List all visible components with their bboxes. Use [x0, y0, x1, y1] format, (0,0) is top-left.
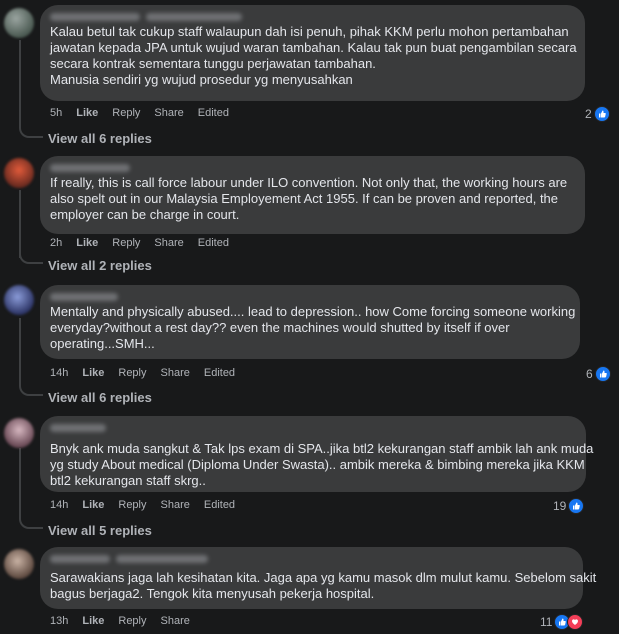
reaction-summary[interactable]: 19	[553, 498, 585, 514]
share-button[interactable]: Share	[161, 499, 190, 511]
edited-label: Edited	[197, 107, 229, 119]
timestamp[interactable]: 13h	[50, 615, 68, 627]
thread-branch	[19, 250, 43, 264]
reaction-summary[interactable]: 11	[540, 614, 584, 630]
comment-text: If really, this is call force labour und…	[50, 175, 568, 222]
thread-line	[19, 448, 21, 516]
share-button[interactable]: Share	[161, 615, 190, 627]
avatar[interactable]	[4, 418, 34, 448]
share-button[interactable]: Share	[154, 237, 183, 249]
comment-text: Sarawakians jaga lah kesihatan kita. Jag…	[50, 570, 597, 601]
comment-text: Kalau betul tak cukup staff walaupun dah…	[50, 24, 577, 87]
reply-button[interactable]: Reply	[112, 237, 140, 249]
thread-branch	[19, 382, 43, 396]
view-replies-link[interactable]: View all 6 replies	[48, 390, 152, 405]
like-button[interactable]: Like	[82, 615, 104, 627]
reply-button[interactable]: Reply	[118, 367, 146, 379]
edited-label: Edited	[203, 499, 236, 511]
thread-line	[19, 190, 21, 258]
comment-bubble: If really, this is call force labour und…	[40, 156, 585, 234]
reply-button[interactable]: Reply	[118, 499, 146, 511]
thread-line	[19, 40, 21, 125]
like-icon	[594, 366, 611, 382]
comment-bubble: Mentally and physically abused.... lead …	[40, 285, 580, 359]
like-icon	[568, 498, 585, 514]
reaction-summary[interactable]: 6	[586, 366, 611, 382]
thread-line	[19, 318, 21, 383]
like-button[interactable]: Like	[82, 499, 104, 511]
avatar[interactable]	[4, 158, 34, 188]
comment-text: Bnyk ank muda sangkut & Tak lps exam di …	[50, 441, 594, 488]
edited-label: Edited	[203, 367, 236, 379]
comment-bubble: Kalau betul tak cukup staff walaupun dah…	[40, 5, 585, 101]
comment-thread: Kalau betul tak cukup staff walaupun dah…	[0, 0, 619, 634]
comment-text: Mentally and physically abused.... lead …	[50, 304, 576, 351]
reply-button[interactable]: Reply	[112, 107, 140, 119]
comment-bubble: Bnyk ank muda sangkut & Tak lps exam di …	[40, 416, 594, 492]
like-button[interactable]: Like	[82, 367, 104, 379]
avatar[interactable]	[4, 8, 34, 38]
timestamp[interactable]: 2h	[50, 237, 62, 249]
author-name[interactable]	[50, 290, 568, 304]
view-replies-link[interactable]: View all 2 replies	[48, 258, 152, 273]
reaction-count: 19	[553, 499, 567, 513]
timestamp[interactable]: 14h	[50, 367, 68, 379]
reaction-summary[interactable]: 2	[585, 106, 610, 122]
view-replies-link[interactable]: View all 6 replies	[48, 131, 152, 146]
avatar[interactable]	[4, 549, 34, 579]
reaction-count: 2	[585, 107, 592, 121]
edited-label: Edited	[197, 237, 229, 249]
reaction-count: 6	[586, 367, 593, 381]
thread-branch	[19, 515, 43, 529]
like-button[interactable]: Like	[76, 107, 98, 119]
like-button[interactable]: Like	[76, 237, 98, 249]
author-name[interactable]	[50, 161, 573, 175]
timestamp[interactable]: 14h	[50, 499, 68, 511]
thread-branch	[19, 124, 43, 138]
author-name[interactable]	[50, 10, 573, 24]
heart-icon	[567, 614, 584, 630]
share-button[interactable]: Share	[154, 107, 183, 119]
avatar[interactable]	[4, 285, 34, 315]
comment-bubble: Sarawakians jaga lah kesihatan kita. Jag…	[40, 547, 597, 609]
author-name[interactable]	[50, 421, 574, 435]
timestamp[interactable]: 5h	[50, 107, 62, 119]
like-icon	[593, 106, 610, 122]
reply-button[interactable]: Reply	[118, 615, 146, 627]
view-replies-link[interactable]: View all 5 replies	[48, 523, 152, 538]
author-name[interactable]	[50, 552, 571, 566]
share-button[interactable]: Share	[161, 367, 190, 379]
reaction-count: 11	[540, 615, 553, 629]
